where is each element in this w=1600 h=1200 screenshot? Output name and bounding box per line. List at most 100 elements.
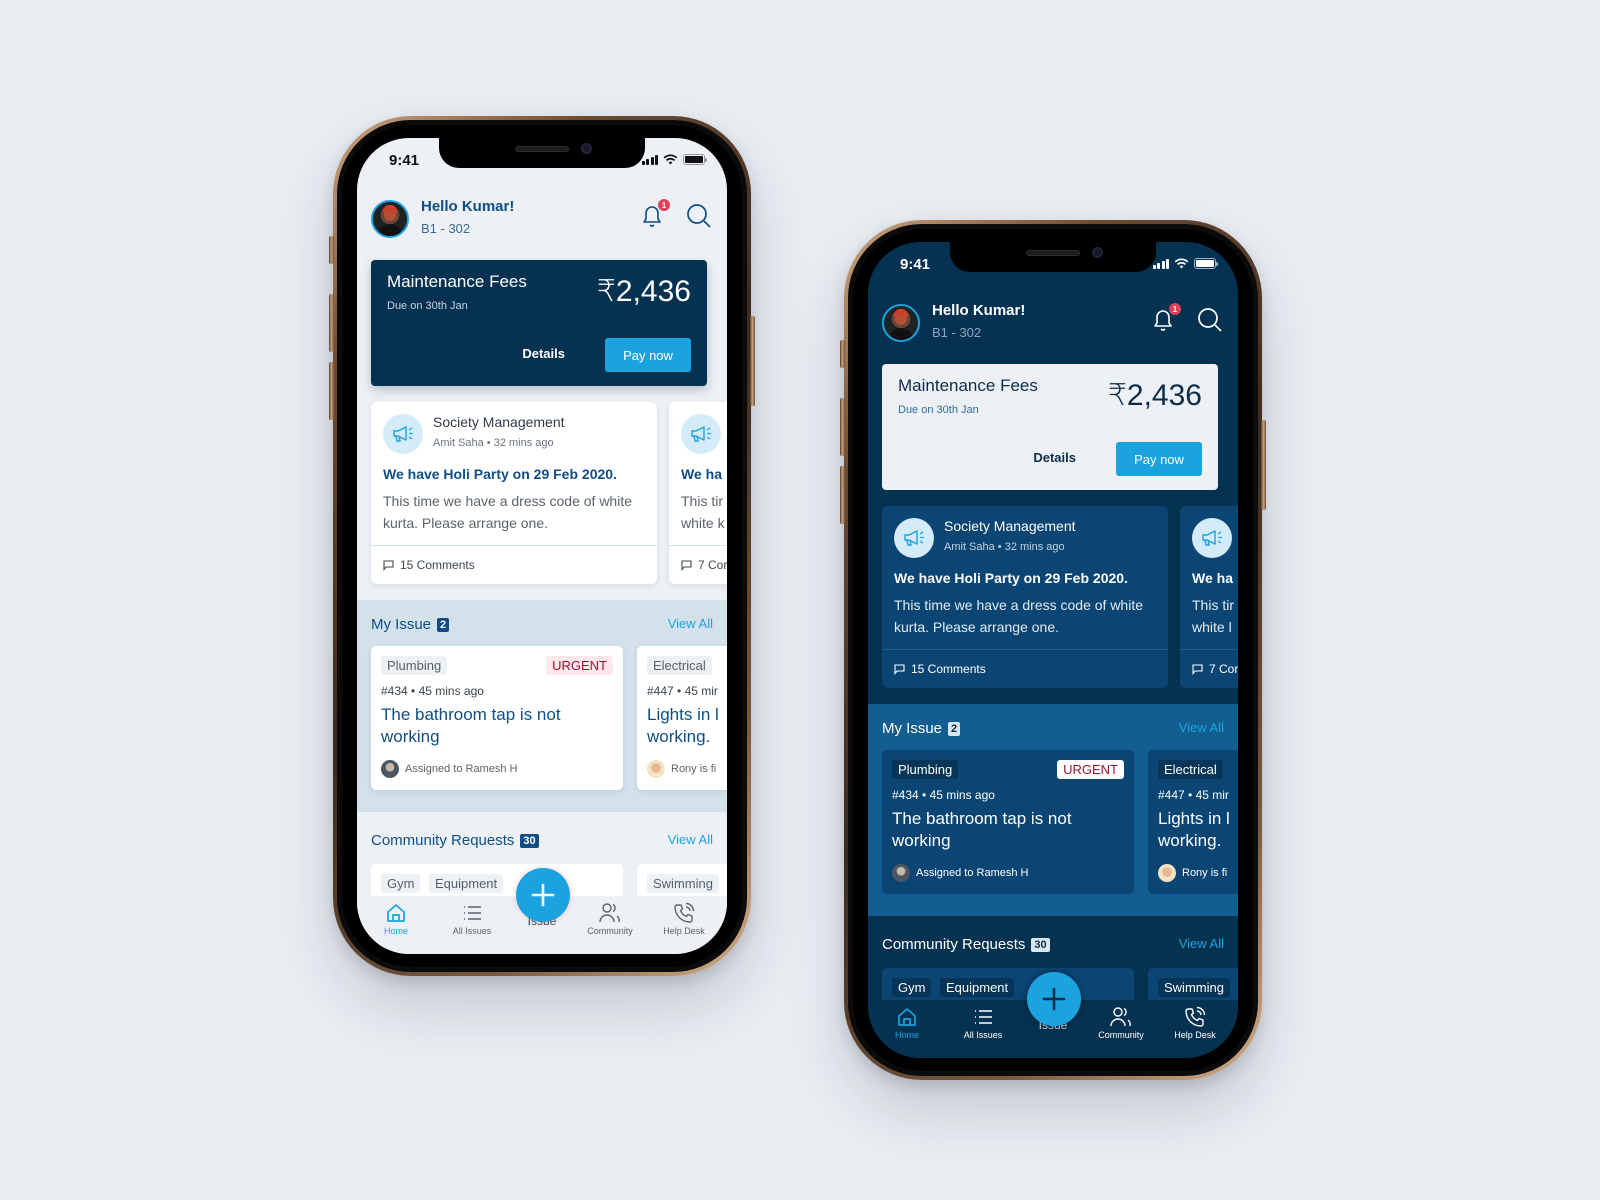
notice-body: This time we have a dress code of white … — [894, 597, 1144, 635]
notice-card[interactable]: Society Management Amit Saha • 32 mins a… — [882, 506, 1168, 688]
user-avatar[interactable] — [371, 200, 409, 238]
tab-home[interactable]: Home — [361, 902, 431, 936]
comments-link[interactable]: 7 Cor — [1180, 649, 1238, 688]
notice-card[interactable]: We ha This tir white k 7 Cor — [669, 402, 727, 584]
issue-card[interactable]: Plumbing URGENT #434 • 45 mins ago The b… — [882, 750, 1134, 894]
plus-icon — [1042, 987, 1066, 1011]
unit-number: B1 - 302 — [421, 221, 471, 236]
mute-switch — [329, 236, 334, 264]
add-issue-fab[interactable] — [516, 868, 570, 922]
fees-title: Maintenance Fees — [898, 376, 1038, 395]
community-heading: Community Requests 30 — [371, 832, 539, 849]
notice-meta: Amit Saha • 32 mins ago — [944, 541, 1065, 553]
signal-icon — [641, 154, 658, 165]
greeting: Hello Kumar! — [421, 198, 515, 215]
issue-meta: #447 • 45 mir — [647, 684, 718, 698]
notice-headline: We ha — [681, 466, 722, 482]
power-button — [1261, 420, 1266, 510]
tab-all-issues[interactable]: All Issues — [948, 1006, 1018, 1040]
issue-assignee: Assigned to Ramesh H — [892, 864, 1029, 882]
view-all-requests-link[interactable]: View All — [668, 832, 713, 847]
list-icon — [464, 906, 481, 920]
signal-icon — [1152, 258, 1169, 269]
fees-amount: ₹2,436 — [1107, 379, 1202, 412]
tab-label: All Issues — [452, 926, 492, 936]
issue-assignee: Rony is fi — [647, 760, 716, 778]
issue-card[interactable]: Electrical #447 • 45 mir Lights in l wor… — [1148, 750, 1238, 894]
tab-all-issues[interactable]: All Issues — [437, 902, 507, 936]
section-title: Community Requests — [882, 936, 1026, 953]
fees-due-date: Due on 30th Jan — [898, 404, 979, 416]
urgent-badge: URGENT — [1057, 760, 1124, 779]
section-title: My Issue — [882, 720, 943, 737]
issue-meta: #434 • 45 mins ago — [381, 684, 484, 698]
phone-icon — [674, 902, 695, 923]
search-button[interactable] — [685, 202, 713, 230]
assignee-avatar — [892, 864, 910, 882]
comments-count: 15 Comments — [400, 558, 475, 572]
request-tag: Equipment — [429, 874, 504, 893]
megaphone-icon — [383, 414, 423, 454]
megaphone-icon — [1192, 518, 1232, 558]
notifications-button[interactable]: 1 — [1150, 303, 1181, 334]
view-all-issues-link[interactable]: View All — [668, 616, 713, 631]
fees-amount: ₹2,436 — [596, 275, 691, 308]
app-header: Hello Kumar! B1 - 302 1 — [371, 196, 713, 246]
comments-count: 7 Cor — [1209, 662, 1238, 676]
issue-meta: #434 • 45 mins ago — [892, 788, 995, 802]
volume-up-button — [329, 294, 334, 352]
tab-label: Help Desk — [663, 926, 705, 936]
tab-home[interactable]: Home — [872, 1006, 942, 1040]
battery-icon — [1194, 258, 1218, 269]
issue-title: Lights in l working. — [1158, 809, 1230, 850]
tab-label: Help Desk — [1174, 1030, 1216, 1040]
issue-card[interactable]: Plumbing URGENT #434 • 45 mins ago The b… — [371, 646, 623, 790]
plus-icon — [531, 883, 555, 907]
list-icon — [975, 1010, 992, 1024]
tab-help-desk[interactable]: Help Desk — [649, 902, 719, 936]
notice-carousel[interactable]: Society Management Amit Saha • 32 mins a… — [882, 506, 1238, 688]
notice-body: This tir white k — [681, 493, 725, 531]
tab-community[interactable]: Community — [575, 902, 645, 936]
pay-now-button[interactable]: Pay now — [605, 338, 691, 372]
notice-body: This time we have a dress code of white … — [383, 493, 633, 531]
notice-body: This tir white l — [1192, 597, 1234, 635]
comments-link[interactable]: 15 Comments — [882, 649, 1168, 688]
details-button[interactable]: Details — [522, 346, 565, 361]
volume-down-button — [840, 466, 845, 524]
issue-card[interactable]: Electrical #447 • 45 mir Lights in l wor… — [637, 646, 727, 790]
tab-community[interactable]: Community — [1086, 1006, 1156, 1040]
issue-count-badge: 2 — [948, 721, 961, 736]
user-avatar[interactable] — [882, 304, 920, 342]
request-count-badge: 30 — [520, 833, 539, 848]
notice-carousel[interactable]: Society Management Amit Saha • 32 mins a… — [371, 402, 727, 584]
pay-now-button[interactable]: Pay now — [1116, 442, 1202, 476]
comments-link[interactable]: 7 Cor — [669, 545, 727, 584]
assignee-avatar — [1158, 864, 1176, 882]
status-time: 9:41 — [900, 256, 931, 273]
notice-card[interactable]: We ha This tir white l 7 Cor — [1180, 506, 1238, 688]
search-icon — [1198, 308, 1222, 332]
assignee-avatar — [381, 760, 399, 778]
notice-source: Society Management — [944, 518, 1076, 534]
status-time: 9:41 — [389, 152, 420, 169]
notification-badge: 1 — [658, 199, 670, 211]
issue-title: Lights in l working. — [647, 705, 719, 746]
add-issue-fab[interactable] — [1027, 972, 1081, 1026]
search-button[interactable] — [1196, 306, 1224, 334]
details-button[interactable]: Details — [1033, 450, 1076, 465]
megaphone-icon — [894, 518, 934, 558]
notice-card[interactable]: Society Management Amit Saha • 32 mins a… — [371, 402, 657, 584]
request-tag: Gym — [381, 874, 421, 893]
view-all-requests-link[interactable]: View All — [1179, 936, 1224, 951]
urgent-badge: URGENT — [546, 656, 613, 675]
issue-title: The bathroom tap is not working — [381, 705, 561, 746]
assignee-text: Assigned to Ramesh H — [405, 763, 518, 775]
comments-link[interactable]: 15 Comments — [371, 545, 657, 584]
view-all-issues-link[interactable]: View All — [1179, 720, 1224, 735]
notice-meta: Amit Saha • 32 mins ago — [433, 437, 554, 449]
issue-category-tag: Electrical — [1158, 760, 1223, 779]
notifications-button[interactable]: 1 — [639, 199, 670, 230]
issue-category-tag: Electrical — [647, 656, 712, 675]
tab-help-desk[interactable]: Help Desk — [1160, 1006, 1230, 1040]
